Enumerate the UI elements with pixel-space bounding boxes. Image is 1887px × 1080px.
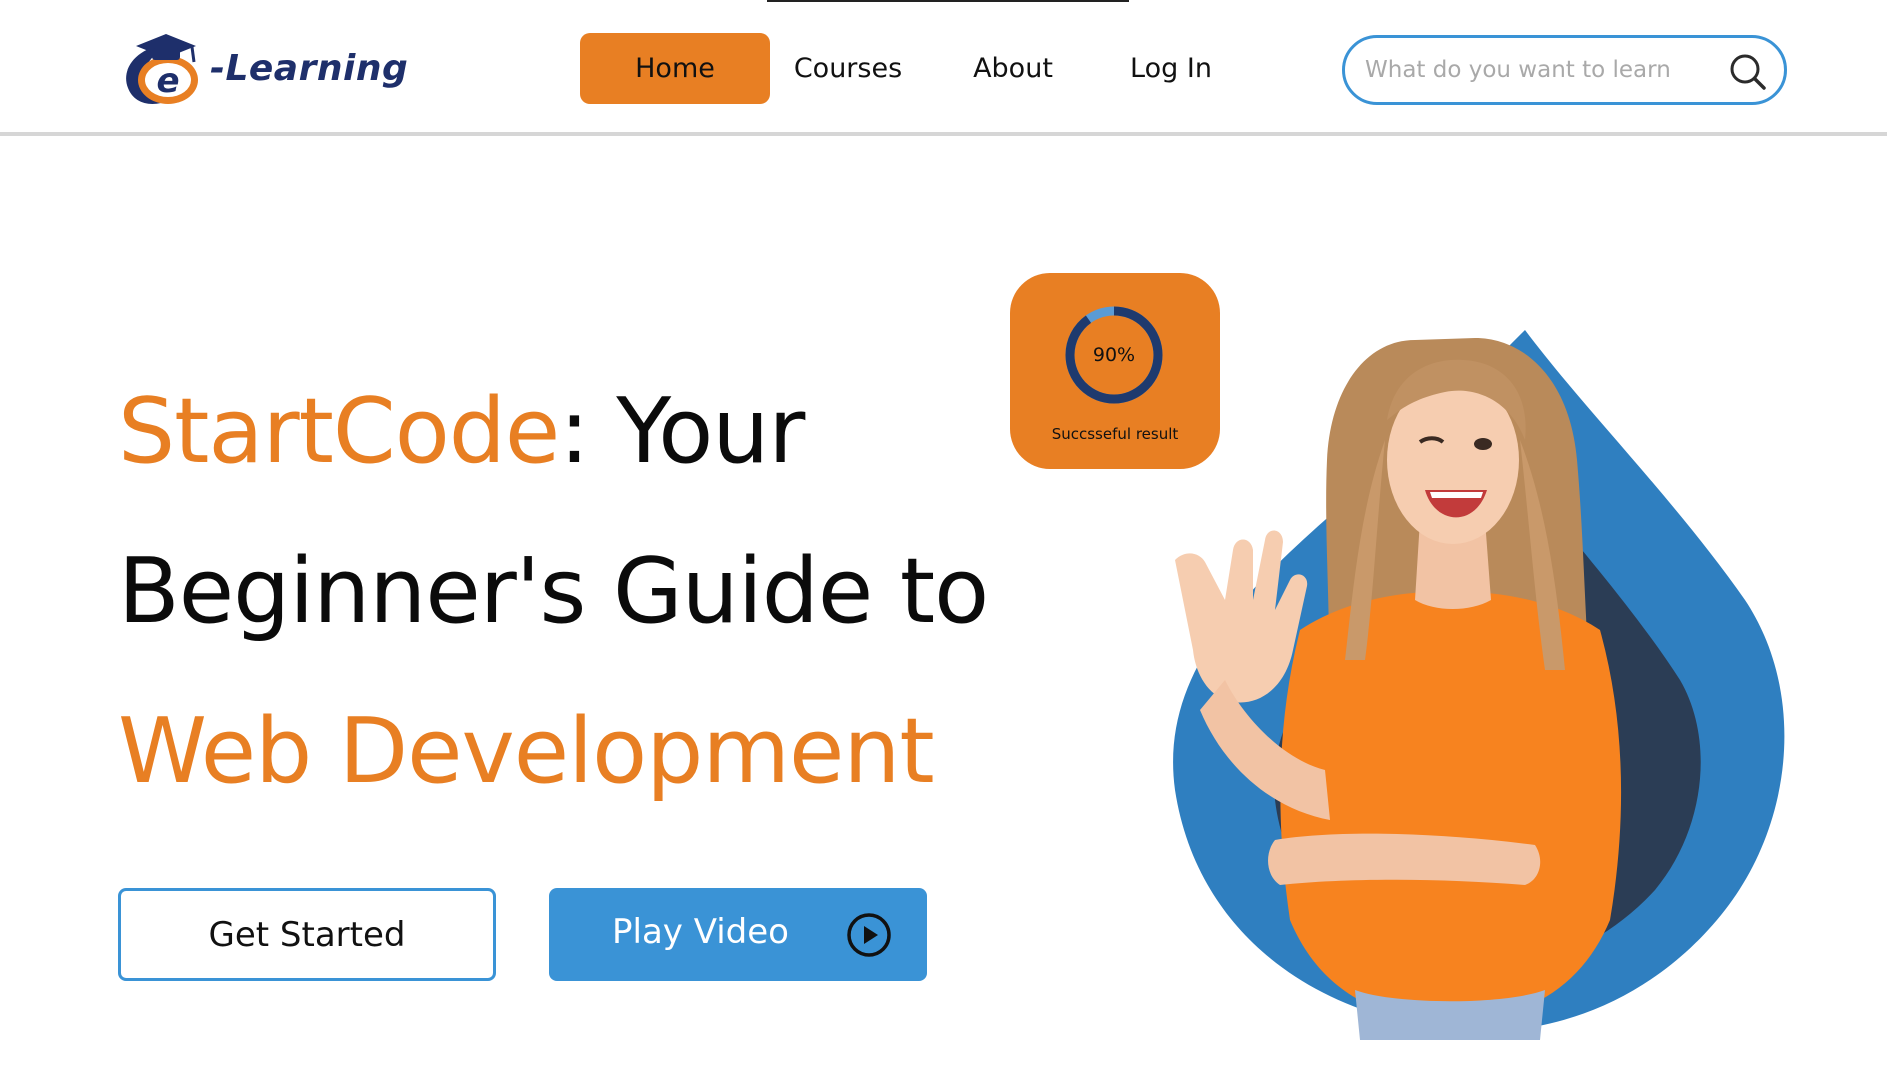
nav-about[interactable]: About (926, 33, 1100, 104)
success-badge: 90% Succsseful result (1010, 273, 1220, 469)
search-icon[interactable] (1728, 52, 1768, 92)
get-started-button[interactable]: Get Started (118, 888, 496, 981)
play-video-label: Play Video (612, 912, 789, 952)
student-photo (1175, 338, 1622, 1040)
nav-courses[interactable]: Courses (770, 33, 926, 104)
site-logo[interactable]: e -Learning (118, 28, 418, 112)
nav-home[interactable]: Home (580, 33, 770, 104)
hero-title-line-3: Web Development (118, 699, 935, 804)
hero-title-line-2: Beginner's Guide to (118, 539, 989, 644)
play-video-button[interactable]: Play Video (549, 888, 927, 981)
svg-text:e: e (156, 61, 179, 101)
play-circle-icon (847, 913, 891, 957)
nav-login[interactable]: Log In (1100, 33, 1242, 104)
window-edge-line (767, 0, 1129, 2)
brand-name: StartCode (118, 379, 560, 484)
logo-text: -Learning (210, 48, 409, 89)
hero-title-suffix: : Your (559, 379, 805, 484)
progress-value: 90% (1092, 344, 1136, 366)
main-nav: Home Courses About Log In (580, 33, 1242, 104)
graduation-cap-icon: e (126, 34, 198, 104)
search-input[interactable] (1363, 50, 1703, 90)
badge-caption: Succsseful result (1051, 425, 1179, 443)
site-header: e -Learning Home Courses About Log In (0, 0, 1887, 136)
search-box (1342, 35, 1787, 105)
